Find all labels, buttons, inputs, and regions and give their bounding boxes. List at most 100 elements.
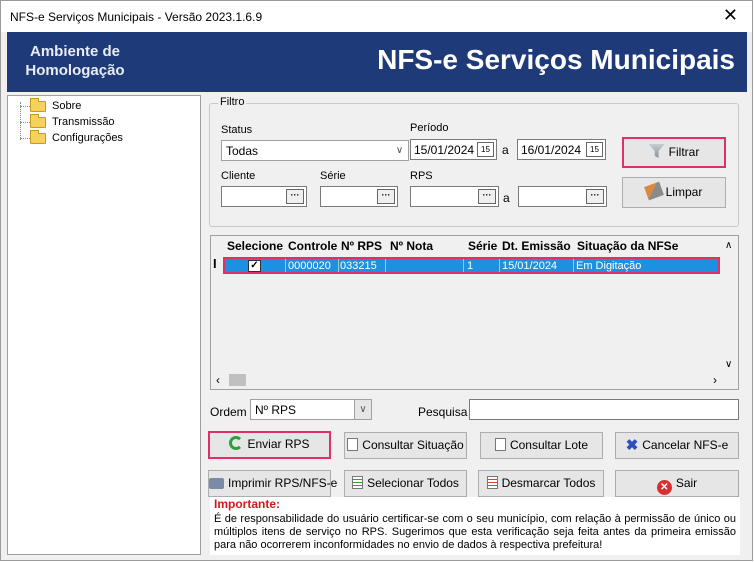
scroll-down-icon[interactable]: ∨: [725, 359, 732, 370]
calendar-icon[interactable]: 15: [586, 142, 603, 157]
scroll-thumb[interactable]: [229, 374, 246, 386]
folder-icon: [30, 98, 46, 112]
note-text: É de responsabilidade do usuário certifi…: [214, 513, 736, 551]
scroll-right-icon[interactable]: ›: [713, 373, 717, 387]
cancel-nfse-button[interactable]: ✖ Cancelar NFS-e: [615, 432, 739, 459]
status-value: Todas: [226, 144, 259, 158]
chevron-down-icon[interactable]: ∨: [391, 141, 408, 160]
ellipsis-icon[interactable]: ···: [286, 189, 304, 204]
exit-button[interactable]: ✕ Sair: [615, 470, 739, 497]
clear-button-label: Limpar: [665, 185, 703, 199]
print-label: Imprimir RPS/NFS-e: [228, 476, 338, 490]
row-indicator-icon: I: [213, 256, 217, 271]
navigation-tree: Sobre Transmissão Configurações: [7, 95, 201, 555]
column-header[interactable]: Nº Nota: [390, 239, 433, 253]
filter-group: Filtro Status Todas ∨ Período 15/01/2024…: [209, 96, 739, 227]
checklist-icon: [352, 476, 364, 489]
rps-to-field[interactable]: ···: [518, 186, 607, 207]
period-to-field[interactable]: 16/01/2024 15: [517, 139, 606, 160]
scroll-left-icon[interactable]: ‹: [216, 373, 220, 387]
row-checkbox[interactable]: ✓: [248, 260, 261, 272]
header-banner: Ambiente de Homologação NFS-e Serviços M…: [7, 32, 747, 92]
unchecklist-icon: [486, 476, 498, 489]
environment-line2: Homologação: [25, 62, 125, 79]
x-icon: ✖: [625, 437, 639, 454]
cell-serie: 1: [467, 260, 474, 272]
note-title: Importante:: [214, 497, 280, 511]
tree-item-label: Transmissão: [52, 116, 115, 128]
rps-from-field[interactable]: ···: [410, 186, 499, 207]
document-search-icon: [347, 438, 359, 451]
folder-icon: [30, 130, 46, 144]
column-header[interactable]: Selecione: [227, 239, 283, 253]
consult-batch-button[interactable]: Consultar Lote: [480, 432, 603, 459]
ellipsis-icon[interactable]: ···: [377, 189, 395, 204]
rps-separator: a: [503, 191, 510, 205]
clear-button[interactable]: Limpar: [622, 177, 726, 208]
status-label: Status: [221, 124, 253, 136]
tree-item-label: Sobre: [52, 100, 82, 112]
exit-label: Sair: [675, 476, 698, 490]
printer-icon: [209, 478, 224, 489]
search-input[interactable]: [469, 399, 739, 420]
consult-batch-label: Consultar Lote: [509, 438, 589, 452]
title-bar: NFS-e Serviços Municipais - Versão 2023.…: [1, 1, 752, 32]
filter-legend: Filtro: [218, 96, 247, 108]
vertical-scrollbar[interactable]: ∧ ∨: [721, 236, 738, 374]
filter-button-label: Filtrar: [668, 145, 700, 159]
scroll-up-icon[interactable]: ∧: [725, 240, 732, 251]
rps-label: RPS: [410, 170, 433, 182]
cell-situacao: Em Digitação: [576, 260, 642, 272]
order-label: Ordem: [210, 405, 247, 419]
print-button[interactable]: Imprimir RPS/NFS-e: [208, 470, 337, 497]
rps-grid[interactable]: Selecione Controle Nº RPS Nº Nota Série …: [210, 235, 739, 390]
cell-rps: 033215: [340, 260, 377, 272]
series-field[interactable]: ···: [320, 186, 398, 207]
series-label: Série: [320, 170, 346, 182]
select-all-button[interactable]: Selecionar Todos: [344, 470, 467, 497]
horizontal-scrollbar[interactable]: ‹ ›: [211, 372, 723, 389]
cancel-nfse-label: Cancelar NFS-e: [642, 438, 729, 452]
order-value: Nº RPS: [255, 403, 297, 417]
period-to-value: 16/01/2024: [521, 143, 582, 157]
send-rps-button[interactable]: Enviar RPS: [208, 431, 331, 459]
app-name: NFS-e Serviços Municipais: [377, 44, 735, 75]
refresh-icon: [229, 436, 244, 450]
document-search-icon: [494, 438, 506, 451]
deselect-all-button[interactable]: Desmarcar Todos: [478, 470, 604, 497]
tree-item-label: Configurações: [52, 132, 123, 144]
column-header[interactable]: Série: [468, 239, 497, 253]
calendar-icon[interactable]: 15: [477, 142, 494, 157]
consult-status-label: Consultar Situação: [362, 438, 464, 452]
filter-button[interactable]: Filtrar: [622, 137, 726, 168]
grid-header: Selecione Controle Nº RPS Nº Nota Série …: [211, 236, 723, 256]
period-label: Período: [410, 122, 449, 134]
close-circle-icon: ✕: [656, 480, 672, 495]
consult-status-button[interactable]: Consultar Situação: [344, 432, 467, 459]
cell-control: 0000020: [288, 260, 331, 272]
cell-emissao: 15/01/2024: [502, 260, 558, 272]
table-row[interactable]: ✓ 0000020 033215 1 15/01/2024 Em Digitaç…: [223, 257, 720, 274]
ellipsis-icon[interactable]: ···: [478, 189, 496, 204]
environment-line1: Ambiente de: [29, 43, 120, 60]
column-header[interactable]: Controle: [288, 239, 337, 253]
funnel-icon: [648, 144, 665, 158]
period-from-value: 15/01/2024: [414, 143, 475, 157]
column-header[interactable]: Dt. Emissão: [502, 239, 571, 253]
ellipsis-icon[interactable]: ···: [586, 189, 604, 204]
close-icon[interactable]: ✕: [723, 6, 738, 24]
period-separator: a: [502, 143, 509, 157]
period-from-field[interactable]: 15/01/2024 15: [410, 139, 497, 160]
environment-label: Ambiente de Homologação: [15, 42, 135, 80]
status-select[interactable]: Todas ∨: [221, 140, 409, 161]
client-field[interactable]: ···: [221, 186, 307, 207]
send-rps-label: Enviar RPS: [247, 437, 310, 451]
column-header[interactable]: Nº RPS: [341, 239, 382, 253]
chevron-down-icon[interactable]: ∨: [354, 400, 371, 419]
folder-icon: [30, 114, 46, 128]
eraser-icon: [643, 181, 664, 201]
window-title: NFS-e Serviços Municipais - Versão 2023.…: [10, 10, 263, 24]
order-select[interactable]: Nº RPS ∨: [250, 399, 372, 420]
app-window: NFS-e Serviços Municipais - Versão 2023.…: [0, 0, 753, 561]
column-header[interactable]: Situação da NFSe: [577, 239, 678, 253]
